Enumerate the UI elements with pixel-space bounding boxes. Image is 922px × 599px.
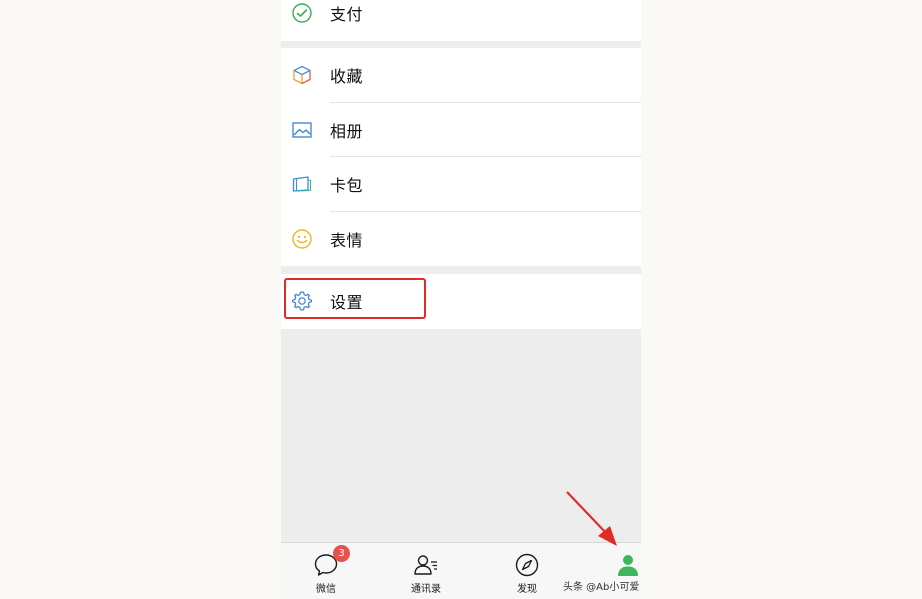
menu-item-label: 收藏: [330, 67, 364, 87]
contacts-icon: [413, 552, 439, 578]
tab-label: 发现: [517, 584, 537, 595]
person-icon: [615, 552, 641, 578]
menu-item-stickers[interactable]: 表情: [281, 212, 641, 267]
menu-item-card[interactable]: 卡包: [281, 157, 641, 212]
menu-item-label: 支付: [330, 5, 364, 25]
menu-item-album[interactable]: 相册: [281, 103, 641, 157]
tab-chats[interactable]: 3 微信: [281, 543, 371, 599]
menu-item-pay[interactable]: 支付: [281, 0, 641, 41]
wechat-pay-icon: [291, 2, 313, 24]
menu-item-label: 表情: [330, 230, 364, 250]
menu-item-label: 相册: [330, 121, 364, 141]
cube-icon: [291, 64, 313, 86]
red-arrow-icon: [566, 491, 617, 546]
tab-label: 微信: [316, 584, 336, 595]
pay-group: 支付: [281, 0, 641, 41]
tab-label: 通讯录: [411, 584, 441, 595]
image-icon: [291, 119, 313, 141]
wallet-card-icon: [291, 173, 313, 195]
menu-item-label: 卡包: [330, 176, 364, 196]
tools-group: 收藏 相册 卡包 表情: [281, 48, 641, 266]
compass-icon: [514, 552, 540, 578]
settings-highlight-box: [284, 278, 426, 319]
tab-contacts[interactable]: 通讯录: [381, 543, 471, 599]
menu-item-favorites[interactable]: 收藏: [281, 48, 641, 103]
tab-discover[interactable]: 发现: [482, 543, 572, 599]
unread-badge: 3: [333, 545, 350, 562]
watermark-text: 头条 @Ab小可爱: [563, 582, 640, 593]
smiley-face-icon: [291, 228, 313, 250]
